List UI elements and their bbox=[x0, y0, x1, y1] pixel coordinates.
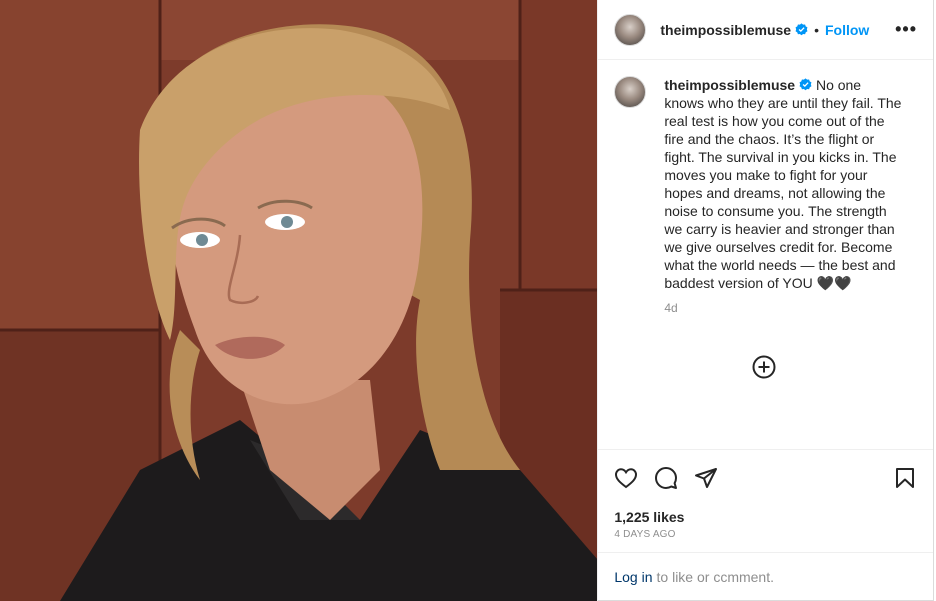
share-icon[interactable] bbox=[694, 466, 718, 490]
caption-avatar[interactable] bbox=[614, 76, 647, 108]
likes-count[interactable]: 1,225 likes bbox=[598, 509, 933, 525]
post-photo[interactable] bbox=[0, 0, 598, 601]
post-side-panel: theimpossiblemuse • Follow ••• theimposs… bbox=[597, 0, 933, 601]
header-separator: • bbox=[814, 21, 819, 38]
login-suffix: to like or ccmment. bbox=[656, 569, 774, 585]
post-header: theimpossiblemuse • Follow ••• bbox=[598, 0, 933, 60]
header-username[interactable]: theimpossiblemuse bbox=[660, 22, 791, 38]
add-comment-plus-icon[interactable] bbox=[752, 355, 776, 379]
avatar[interactable] bbox=[614, 13, 647, 46]
caption: theimpossiblemuse No one knows who they … bbox=[664, 76, 904, 292]
instagram-post: theimpossiblemuse • Follow ••• theimposs… bbox=[0, 0, 934, 601]
bookmark-icon[interactable] bbox=[893, 466, 917, 490]
verified-badge-icon bbox=[795, 23, 808, 36]
caption-username[interactable]: theimpossiblemuse bbox=[664, 77, 795, 93]
comments-area: theimpossiblemuse No one knows who they … bbox=[598, 60, 933, 449]
action-bar bbox=[598, 449, 933, 505]
login-prompt: Log in to like or ccmment. bbox=[598, 552, 933, 601]
comment-icon[interactable] bbox=[654, 466, 678, 490]
follow-button[interactable]: Follow bbox=[825, 22, 869, 38]
login-link[interactable]: Log in bbox=[614, 569, 652, 585]
caption-row: theimpossiblemuse No one knows who they … bbox=[614, 76, 917, 292]
verified-badge-icon bbox=[799, 78, 812, 91]
more-options-icon[interactable]: ••• bbox=[895, 19, 917, 40]
post-timestamp[interactable]: 4 DAYS AGO bbox=[598, 529, 933, 540]
portrait-illustration bbox=[0, 0, 598, 601]
heart-icon[interactable] bbox=[614, 466, 638, 490]
caption-text: No one knows who they are until they fai… bbox=[664, 77, 902, 291]
caption-age[interactable]: 4d bbox=[664, 301, 917, 315]
